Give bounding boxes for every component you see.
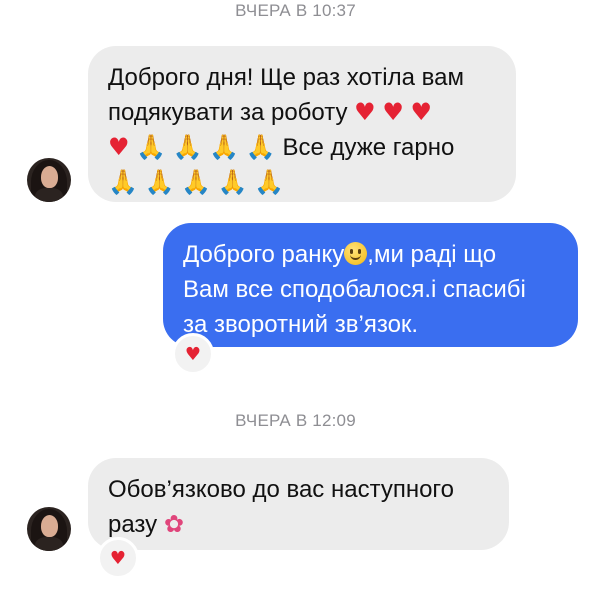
pray-hands-icon: 🙏: [209, 133, 240, 161]
timestamp-2: ВЧЕРА В 12:09: [235, 411, 356, 430]
message-line: разу ✿: [108, 507, 489, 542]
message-text: Все дуже гарно: [282, 134, 455, 161]
pray-hands-icon: 🙏: [245, 133, 276, 161]
pray-hands-icon: 🙏: [254, 168, 285, 196]
message-line: Доброго дня! Ще раз хотіла вам: [108, 64, 464, 91]
avatar-face: [41, 166, 58, 188]
pray-hands-icon: 🙏: [144, 168, 175, 196]
sender-avatar[interactable]: [27, 158, 71, 202]
heart-icon: ♥: [410, 98, 433, 126]
incoming-message-1[interactable]: Доброго дня! Ще раз хотіла вам подякуват…: [88, 46, 516, 202]
message-line: ♥ 🙏 🙏 🙏 🙏 Все дуже гарно: [108, 130, 496, 165]
message-line: Доброго ранку ,ми раді що: [183, 237, 560, 272]
message-text: разу: [108, 511, 158, 538]
hibiscus-icon: ✿: [163, 510, 184, 538]
pray-hands-icon: 🙏: [172, 133, 203, 161]
message-line: за зворотний зв’язок.: [183, 311, 419, 338]
message-line: Обов’язково до вас наступного: [108, 476, 455, 503]
message-line: подякувати за роботу ♥ ♥ ♥: [108, 95, 496, 130]
outgoing-message-1[interactable]: Доброго ранку ,ми раді що Вам все сподоба…: [163, 223, 578, 347]
pray-hands-icon: 🙏: [136, 133, 167, 161]
reaction-heart-badge[interactable]: ♥: [172, 333, 214, 375]
smiley-icon: [344, 242, 368, 265]
message-text: Доброго ранку: [183, 241, 345, 268]
avatar-body: [35, 188, 63, 202]
avatar-body: [35, 537, 63, 551]
heart-icon: ♥: [108, 133, 130, 161]
message-text: подякувати за роботу: [108, 99, 348, 126]
message-text: ,ми раді що: [367, 241, 497, 268]
reaction-heart-badge[interactable]: ♥: [97, 537, 139, 579]
pray-hands-icon: 🙏: [181, 168, 212, 196]
avatar-face: [41, 515, 58, 537]
heart-icon: ♥: [354, 98, 376, 126]
pray-hands-icon: 🙏: [217, 168, 248, 196]
sender-avatar[interactable]: [27, 507, 71, 551]
incoming-message-2[interactable]: Обов’язково до вас наступного разу ✿: [88, 458, 509, 550]
chat-thread: ВЧЕРА В 10:37 Доброго дня! Ще раз хотіла…: [0, 0, 591, 591]
heart-icon: ♥: [382, 98, 404, 126]
timestamp-1: ВЧЕРА В 10:37: [235, 1, 356, 20]
message-line: Вам все сподобалося.і спасибі: [183, 276, 526, 303]
message-line: 🙏 🙏 🙏 🙏 🙏: [108, 165, 496, 200]
pray-hands-icon: 🙏: [108, 168, 138, 196]
